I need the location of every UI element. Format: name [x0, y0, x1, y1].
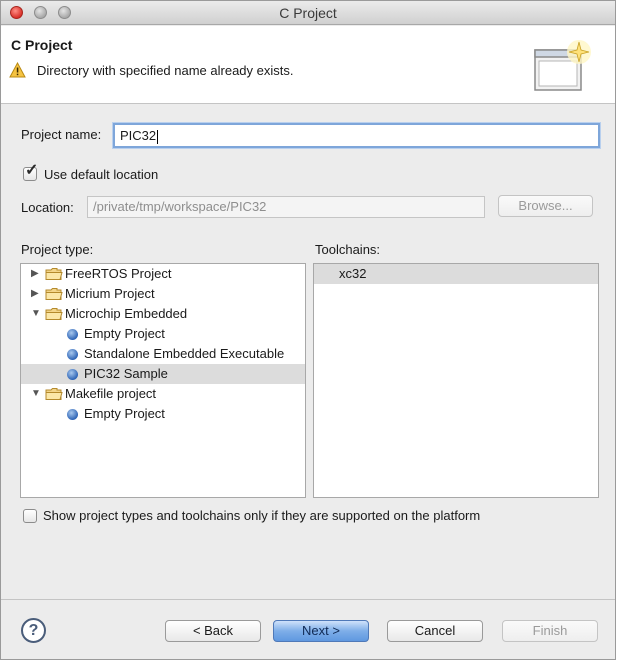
window-title: C Project — [279, 5, 337, 21]
project-type-tree[interactable]: ▶ FreeRTOS Project ▶ Micrium Project ▼ Microc… — [20, 263, 306, 498]
project-name-value: PIC32 — [120, 128, 157, 143]
wizard-header: C Project Directory with specified name … — [1, 26, 615, 104]
show-supported-only-checkbox[interactable] — [23, 509, 37, 523]
folder-icon — [45, 307, 63, 321]
title-bar: C Project — [1, 1, 615, 25]
checkmark-icon: ✓ — [25, 162, 39, 179]
project-template-icon — [67, 409, 78, 420]
project-type-label-text: Makefile project — [65, 386, 157, 401]
expanded-arrow-icon[interactable]: ▼ — [31, 304, 41, 324]
folder-icon — [45, 387, 63, 401]
project-type-label-text: Empty Project — [84, 326, 165, 341]
project-template-icon — [67, 329, 78, 340]
location-label: Location: — [21, 200, 74, 215]
back-button[interactable]: < Back — [165, 620, 261, 642]
expanded-arrow-icon[interactable]: ▼ — [31, 384, 41, 404]
project-template-icon — [67, 349, 78, 360]
collapsed-arrow-icon[interactable]: ▶ — [31, 264, 41, 284]
help-button[interactable]: ? — [21, 618, 46, 643]
show-supported-only-label: Show project types and toolchains only i… — [43, 508, 481, 523]
project-type-item[interactable]: ▶ FreeRTOS Project — [21, 264, 305, 284]
project-name-label: Project name: — [21, 127, 102, 142]
cancel-button[interactable]: Cancel — [387, 620, 483, 642]
help-icon: ? — [28, 622, 39, 639]
warning-icon — [9, 62, 26, 78]
toolchains-list[interactable]: xc32 — [313, 263, 599, 498]
new-project-wizard-icon — [534, 40, 591, 91]
project-type-label-text: Micrium Project — [65, 286, 155, 301]
project-template-icon — [67, 369, 78, 380]
footer-divider — [1, 599, 615, 600]
project-type-item[interactable]: Empty Project — [21, 404, 305, 424]
project-type-item[interactable]: Empty Project — [21, 324, 305, 344]
text-caret — [157, 129, 159, 144]
c-project-dialog: C Project C Project Directory with speci… — [0, 0, 616, 660]
toolchain-item[interactable]: xc32 — [314, 264, 598, 284]
project-type-item[interactable]: ▼ Makefile project — [21, 384, 305, 404]
project-type-label-text: Standalone Embedded Executable — [84, 346, 285, 361]
project-type-label-text: Microchip Embedded — [65, 306, 188, 321]
project-type-label-text: PIC32 Sample — [84, 366, 168, 381]
toolchains-label: Toolchains: — [315, 242, 381, 257]
project-type-label: Project type: — [21, 242, 94, 257]
browse-button[interactable]: Browse... — [498, 195, 593, 217]
finish-button[interactable]: Finish — [502, 620, 598, 642]
project-type-item[interactable]: Standalone Embedded Executable — [21, 344, 305, 364]
location-input[interactable]: /private/tmp/workspace/PIC32 — [87, 196, 485, 218]
next-button[interactable]: Next > — [273, 620, 369, 642]
folder-icon — [45, 267, 63, 281]
project-type-label-text: Empty Project — [84, 406, 165, 421]
wizard-message: Directory with specified name already ex… — [37, 63, 294, 78]
project-type-item[interactable]: ▶ Micrium Project — [21, 284, 305, 304]
project-type-item[interactable]: ▼ Microchip Embedded — [21, 304, 305, 324]
project-type-item[interactable]: PIC32 Sample — [21, 364, 305, 384]
use-default-location-label: Use default location — [44, 167, 159, 182]
wizard-page-title: C Project — [11, 37, 73, 53]
use-default-location-checkbox[interactable]: ✓ — [23, 163, 38, 181]
project-name-input[interactable]: PIC32 — [113, 123, 600, 148]
folder-icon — [45, 287, 63, 301]
collapsed-arrow-icon[interactable]: ▶ — [31, 284, 41, 304]
project-type-label-text: FreeRTOS Project — [65, 266, 172, 281]
toolchain-label-text: xc32 — [339, 266, 367, 281]
